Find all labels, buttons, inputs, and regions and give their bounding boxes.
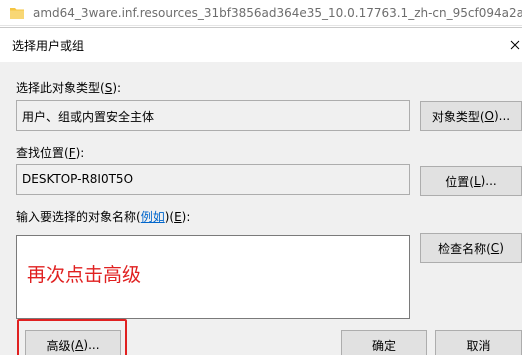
location-field: DESKTOP-R8I0T5O [16,164,410,195]
check-names-button-suffix: ) [499,241,504,255]
location-label-suffix: ): [75,146,85,160]
locations-button[interactable]: 位置(L)... [420,166,522,196]
object-names-label-suffix: ): [181,210,191,224]
locations-button-prefix: 位置( [445,174,474,189]
advanced-highlight-box [17,319,127,355]
ok-button[interactable]: 确定 [341,330,427,355]
close-icon[interactable] [508,28,522,62]
object-types-button-prefix: 对象类型( [431,109,485,124]
object-type-field: 用户、组或内置安全主体 [16,100,410,131]
examples-link[interactable]: 例如 [141,210,165,224]
annotation-text: 再次点击高级 [27,264,142,286]
object-type-value: 用户、组或内置安全主体 [22,110,155,124]
object-names-label-prefix: 输入要选择的对象名称( [16,210,141,224]
object-names-textarea[interactable]: 再次点击高级 [16,235,410,319]
location-label: 查找位置(F): [16,144,84,161]
background-window-strip: amd64_3ware.inf.resources_31bf3856ad364e… [0,0,522,26]
locations-button-suffix: )... [480,174,497,188]
ok-button-label: 确定 [371,338,396,353]
object-names-label-middle: )( [164,210,175,224]
cancel-button[interactable]: 取消 [435,330,522,355]
object-types-button[interactable]: 对象类型(O)... [420,101,522,131]
object-type-label: 选择此对象类型(S): [16,79,121,96]
location-label-key: F [68,146,76,160]
select-users-or-groups-dialog: 选择用户或组 选择此对象类型(S): 用户、组或内置安全主体 对象类型(O)..… [0,27,522,355]
location-value: DESKTOP-R8I0T5O [22,172,134,186]
background-path-text[interactable]: amd64_3ware.inf.resources_31bf3856ad364e… [33,6,522,20]
object-names-label: 输入要选择的对象名称(例如)(E): [16,208,190,225]
locations-button-key: L [473,174,481,188]
check-names-button-prefix: 检查名称( [438,241,491,256]
cancel-button-label: 取消 [466,338,491,353]
folder-icon [10,7,24,19]
check-names-button-key: C [490,241,500,255]
object-names-label-key: E [174,210,182,224]
object-type-label-suffix: ): [112,81,122,95]
object-type-label-prefix: 选择此对象类型( [16,81,105,95]
dialog-title: 选择用户或组 [12,38,85,53]
location-label-prefix: 查找位置( [16,146,69,160]
object-types-button-key: O [484,109,494,123]
object-types-button-suffix: )... [494,109,511,123]
dialog-titlebar[interactable]: 选择用户或组 [0,28,522,62]
check-names-button[interactable]: 检查名称(C) [420,233,522,263]
